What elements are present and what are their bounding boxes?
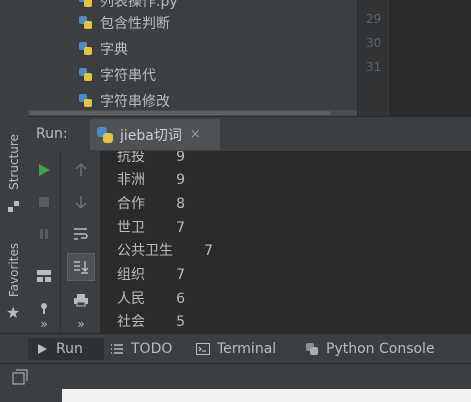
structure-label: Structure: [7, 134, 21, 190]
terminal-tool-label: Terminal: [217, 341, 277, 357]
printer-icon: [74, 294, 88, 307]
line-number: 30: [366, 36, 382, 50]
console-line: 合作 8: [117, 196, 186, 212]
pause-button[interactable]: [32, 223, 56, 245]
python-console-tool-label: Python Console: [326, 341, 435, 357]
editor-code-area[interactable]: [388, 0, 471, 116]
tree-item-label: 字典: [100, 42, 128, 58]
layout-icon: [37, 270, 51, 282]
layout-button[interactable]: [32, 265, 56, 287]
console-line: 组织 7: [117, 267, 186, 283]
favorites-tab[interactable]: Favorites: [6, 228, 22, 312]
star-icon: ★: [6, 303, 21, 322]
python-file-icon: [78, 15, 94, 31]
python-console-tool-tab[interactable]: Python Console: [305, 338, 435, 360]
tree-item[interactable]: 字典: [78, 37, 128, 61]
terminal-tool-tab[interactable]: Terminal: [196, 338, 276, 360]
play-icon: [38, 344, 47, 354]
console-line: 世卫 7: [117, 220, 186, 236]
arrow-up-icon: [75, 163, 87, 176]
tree-item-label: 字符串代: [100, 68, 156, 84]
status-bar: [0, 363, 471, 390]
stop-icon: [39, 197, 49, 207]
soft-wrap-icon: [74, 228, 88, 240]
python-icon: [306, 343, 318, 355]
bottom-tool-bar: Run TODO Terminal Python Console: [0, 333, 471, 364]
tree-item[interactable]: 字符串修改: [78, 89, 170, 110]
window-bottom-edge: [62, 389, 471, 402]
up-arrow-button[interactable]: [69, 159, 93, 181]
run-toolbar-secondary: »: [61, 151, 101, 333]
python-file-icon: [78, 0, 94, 9]
console-line: 非洲 9: [117, 172, 186, 188]
python-file-icon: [78, 41, 94, 57]
scrollbar-thumb[interactable]: [30, 111, 330, 115]
left-tool-strip: Structure Favorites ★: [0, 0, 29, 333]
terminal-icon: [196, 343, 210, 355]
scroll-to-end-icon: [74, 261, 89, 274]
line-number: 31: [366, 60, 382, 74]
list-icon: [111, 344, 123, 354]
console-line: 社会 5: [117, 314, 186, 330]
console-line: 抗投 9: [117, 151, 186, 165]
print-button[interactable]: [69, 289, 93, 311]
down-arrow-button[interactable]: [69, 191, 93, 213]
structure-tab[interactable]: Structure: [6, 120, 22, 204]
structure-icon: [8, 198, 20, 212]
close-icon[interactable]: ×: [190, 127, 201, 142]
arrow-down-icon: [75, 196, 87, 209]
run-config-tab[interactable]: jieba切词 ×: [90, 119, 220, 150]
soft-wrap-button[interactable]: [69, 223, 93, 245]
todo-tool-label: TODO: [131, 341, 173, 357]
run-tool-label: Run: [56, 341, 83, 357]
python-file-icon: [78, 93, 94, 109]
scroll-to-end-button[interactable]: [67, 253, 95, 281]
run-tab-label: jieba切词: [120, 127, 182, 144]
status-bar-left: [0, 389, 62, 402]
console-line: 人民 6: [117, 291, 186, 307]
play-icon: [39, 164, 50, 176]
favorites-label: Favorites: [7, 242, 21, 298]
rerun-button[interactable]: [32, 159, 56, 181]
run-panel-title: Run:: [36, 126, 68, 142]
run-tool-tab[interactable]: Run: [28, 338, 104, 360]
tree-item-label: 包含性判断: [100, 16, 170, 32]
tool-windows-toggle-icon[interactable]: [12, 369, 28, 389]
console-output[interactable]: 抗投 9 非洲 9 合作 8 世卫 7 公共卫生 7 组织 7 人民 6 社会 …: [100, 151, 471, 333]
python-file-icon: [78, 67, 94, 83]
more-chevron-icon[interactable]: »: [32, 313, 56, 335]
tree-item[interactable]: 字符串代: [78, 63, 156, 87]
stop-button[interactable]: [32, 191, 56, 213]
project-tree: 列表操作.py 包含性判断 字典 字符串代 字符串修改: [28, 0, 357, 110]
line-number: 29: [366, 12, 382, 26]
tree-item-label: 字符串修改: [100, 94, 170, 110]
tree-item-label: 列表操作.py: [100, 0, 178, 10]
more-chevron-icon[interactable]: »: [69, 313, 93, 335]
todo-tool-tab[interactable]: TODO: [110, 338, 172, 360]
run-panel-header: Run: jieba切词 ×: [28, 116, 471, 152]
python-icon: [96, 126, 114, 144]
run-toolbar-primary: »: [28, 151, 61, 333]
console-line: 公共卫生 7: [117, 243, 214, 259]
tree-item[interactable]: 包含性判断: [78, 11, 170, 35]
pause-icon: [40, 229, 48, 239]
